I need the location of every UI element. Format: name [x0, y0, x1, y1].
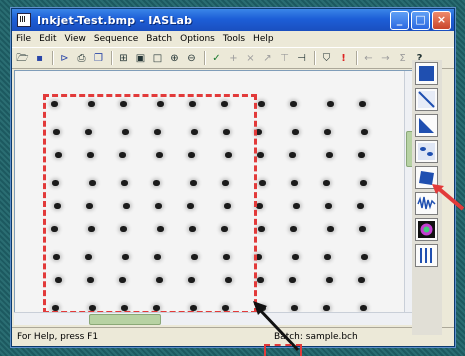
toolbar-separator	[314, 51, 316, 65]
open-folder-icon[interactable]: 🗁	[15, 51, 30, 66]
color-wheel-icon[interactable]	[415, 218, 438, 241]
ink-dot	[290, 101, 297, 107]
status-bar: For Help, press F1 Batch: sample.bch	[12, 327, 454, 346]
ink-dot	[327, 226, 334, 232]
alert-icon[interactable]: !	[336, 51, 351, 66]
window-controls: _ □ ×	[390, 11, 451, 30]
ink-dot	[292, 129, 299, 135]
delete-point-icon[interactable]: ×	[243, 51, 258, 66]
ink-dot	[361, 129, 368, 135]
angle-tool-icon[interactable]: ⊤	[277, 51, 292, 66]
ink-dot	[360, 305, 367, 311]
ink-dot	[323, 305, 330, 311]
menu-help[interactable]: Help	[249, 34, 278, 44]
ink-dot	[358, 152, 365, 158]
zoom-in-icon[interactable]: ⊕	[167, 51, 182, 66]
ink-dot	[324, 129, 331, 135]
ink-dot	[327, 101, 334, 107]
caliper-icon[interactable]: ⊣	[294, 51, 309, 66]
actual-size-icon[interactable]: ⊞	[116, 51, 131, 66]
menu-tools[interactable]: Tools	[219, 34, 249, 44]
menu-options[interactable]: Options	[176, 34, 219, 44]
ink-dot	[291, 180, 298, 186]
ink-dot	[258, 226, 265, 232]
copy-icon[interactable]: ❐	[91, 51, 106, 66]
back-arrow-icon[interactable]: ←	[361, 51, 376, 66]
menu-file[interactable]: File	[12, 34, 35, 44]
ink-dot	[326, 152, 333, 158]
sequence-icon[interactable]: ⊳	[57, 51, 72, 66]
point-tool-icon[interactable]: +	[226, 51, 241, 66]
ink-dot	[292, 254, 299, 260]
menu-batch[interactable]: Batch	[142, 34, 176, 44]
image-canvas[interactable]	[14, 70, 420, 324]
ink-dot	[290, 226, 297, 232]
save-icon[interactable]: ▪	[32, 51, 47, 66]
menu-view[interactable]: View	[61, 34, 90, 44]
ink-dot	[358, 277, 365, 283]
rectangle-region-icon[interactable]	[415, 62, 438, 85]
toolbar-separator	[52, 51, 54, 65]
zoom-out-icon[interactable]: ⊖	[184, 51, 199, 66]
ink-dot	[324, 254, 331, 260]
ink-dot	[323, 180, 330, 186]
menu-edit[interactable]: Edit	[35, 34, 60, 44]
sum-icon[interactable]: Σ	[395, 51, 410, 66]
minimize-button[interactable]: _	[390, 11, 409, 30]
forward-arrow-icon[interactable]: →	[378, 51, 393, 66]
ink-dot	[359, 226, 366, 232]
horizontal-scroll-thumb[interactable]	[89, 314, 161, 325]
triangle-region-icon[interactable]	[415, 114, 438, 137]
ink-dot	[325, 203, 332, 209]
maximize-button[interactable]: □	[411, 11, 430, 30]
toolbar-separator	[111, 51, 113, 65]
ink-dot	[258, 101, 265, 107]
window-title: Inkjet-Test.bmp - IASLab	[37, 13, 193, 27]
red-pointer-arrow	[432, 184, 465, 211]
toolbar: 🗁 ▪ ⊳ ⎙ ❐ ⊞ ▣ □ ⊕ ⊖ ✓ + × ↗ ⊤ ⊣ ⛉ ! ← → …	[12, 47, 454, 69]
menu-bar: File Edit View Sequence Batch Options To…	[12, 31, 454, 47]
toolbar-separator	[204, 51, 206, 65]
fit-window-icon[interactable]: □	[150, 51, 165, 66]
app-icon	[17, 13, 31, 27]
toolbar-separator	[356, 51, 358, 65]
status-highlight-mark	[264, 344, 302, 356]
dot-detect-icon[interactable]	[415, 140, 438, 163]
ink-dot	[326, 277, 333, 283]
ink-dot	[357, 203, 364, 209]
menu-sequence[interactable]: Sequence	[90, 34, 142, 44]
ink-dot	[360, 180, 367, 186]
measure-icon[interactable]: ✓	[209, 51, 224, 66]
ink-dot	[293, 203, 300, 209]
ink-dot	[289, 152, 296, 158]
ink-dot	[257, 277, 264, 283]
title-bar[interactable]: Inkjet-Test.bmp - IASLab _ □ ×	[12, 9, 454, 31]
line-tool-icon[interactable]: ↗	[260, 51, 275, 66]
ink-dot	[259, 180, 266, 186]
app-window: Inkjet-Test.bmp - IASLab _ □ × File Edit…	[11, 8, 455, 347]
fill-icon[interactable]: ⛉	[319, 51, 334, 66]
ink-dot	[359, 101, 366, 107]
vertical-bars-icon[interactable]	[415, 244, 438, 267]
print-icon[interactable]: ⎙	[74, 51, 89, 66]
ink-dot	[257, 152, 264, 158]
ink-dot	[256, 203, 263, 209]
fit-page-icon[interactable]: ▣	[133, 51, 148, 66]
close-button[interactable]: ×	[432, 11, 451, 30]
status-help-text: For Help, press F1	[17, 332, 99, 342]
ink-dot	[361, 254, 368, 260]
selection-rectangle[interactable]	[43, 94, 257, 314]
diagonal-line-icon[interactable]	[415, 88, 438, 111]
ink-dot	[289, 277, 296, 283]
horizontal-scrollbar[interactable]	[14, 312, 418, 325]
